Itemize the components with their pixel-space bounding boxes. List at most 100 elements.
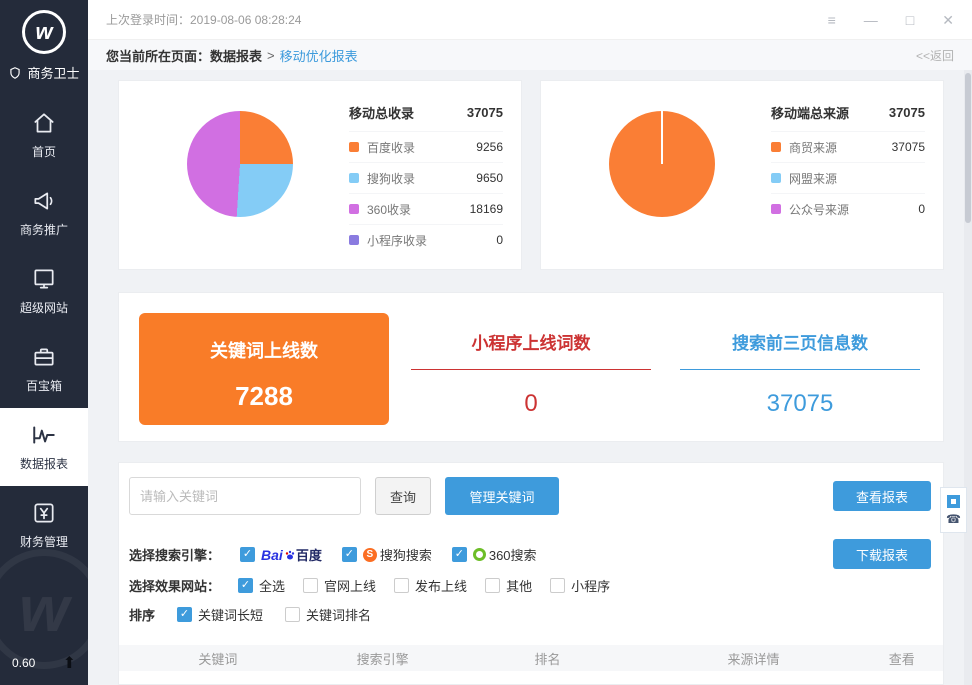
sidebar-item-home[interactable]: 首页	[0, 96, 88, 174]
engine-checkbox-sogou[interactable]: S 搜狗搜索	[342, 545, 432, 564]
close-icon[interactable]: ✕	[942, 13, 954, 27]
sidebar-item-label: 超级网站	[20, 299, 68, 316]
sort-label: 排序	[129, 605, 155, 624]
sidebar-item-label: 商务推广	[20, 221, 68, 238]
sidebar-footer: 0.60 ⬆	[0, 653, 88, 685]
stat-underline	[411, 369, 651, 370]
legend-item: 百度收录 9256	[349, 131, 503, 162]
logo-letter: w	[35, 21, 52, 43]
checkbox-icon[interactable]	[394, 578, 409, 593]
legend-swatch-wechat	[771, 204, 781, 214]
app-window: w 商务卫士 首页 商务推广 超级网站 百宝箱	[0, 0, 972, 685]
back-link[interactable]: <<返回	[916, 47, 954, 64]
engine-filter-label: 选择搜索引擎：	[129, 545, 220, 564]
monitor-icon	[31, 266, 57, 292]
engine-checkbox-360[interactable]: 360搜索	[452, 545, 537, 564]
site-label: 小程序	[571, 576, 610, 595]
site-checkbox-miniapp[interactable]: 小程序	[550, 576, 610, 595]
title-bar: 上次登录时间：2019-08-06 08:28:24 ≡ — □ ✕	[88, 0, 972, 40]
top3-pages-stat[interactable]: 搜索前三页信息数 37075	[670, 313, 930, 425]
engine-checkbox-baidu[interactable]: Bai 百度	[240, 545, 322, 564]
mobile-index-legend: 移动总收录 37075 百度收录 9256 搜狗收录 9650 360收录 18…	[349, 103, 503, 255]
checkbox-icon[interactable]	[285, 607, 300, 622]
site-label: 发布上线	[415, 576, 467, 595]
legend-item: 小程序收录 0	[349, 224, 503, 255]
checkbox-icon[interactable]	[238, 578, 253, 593]
menu-icon[interactable]: ≡	[828, 13, 836, 27]
sidebar-item-toolbox[interactable]: 百宝箱	[0, 330, 88, 408]
pie-divider	[661, 111, 663, 164]
site-checkbox-all[interactable]: 全选	[238, 576, 285, 595]
sort-checkbox-length[interactable]: 关键词长短	[177, 605, 263, 624]
manage-keywords-button[interactable]: 管理关键词	[445, 477, 559, 515]
column-header-view: 查看	[861, 649, 943, 668]
window-controls: ≡ — □ ✕	[828, 13, 954, 27]
sort-checkbox-rank[interactable]: 关键词排名	[285, 605, 371, 624]
site-label: 其他	[506, 576, 532, 595]
360-logo-icon	[473, 548, 486, 561]
legend-swatch-miniapp	[349, 235, 359, 245]
site-checkbox-other[interactable]: 其他	[485, 576, 532, 595]
legend-item: 360收录 18169	[349, 193, 503, 224]
checkbox-icon[interactable]	[177, 607, 192, 622]
mobile-source-chart-card: 移动端总来源 37075 商贸来源 37075 网盟来源 公众号来源 0	[540, 80, 944, 270]
up-arrow-icon[interactable]: ⬆	[63, 653, 76, 673]
miniapp-words-stat[interactable]: 小程序上线词数 0	[401, 313, 661, 425]
money-icon	[31, 500, 57, 526]
checkbox-icon[interactable]	[485, 578, 500, 593]
keyword-query-card: 查询 管理关键词 查看报表 下载报表 选择搜索引擎： Bai 百度 S 搜狗搜索…	[118, 462, 944, 685]
home-icon	[31, 110, 57, 136]
site-checkbox-publish[interactable]: 发布上线	[394, 576, 467, 595]
breadcrumb-current: 移动优化报表	[280, 46, 358, 65]
minimize-icon[interactable]: —	[864, 13, 878, 27]
breadcrumb-section[interactable]: 数据报表	[210, 46, 262, 65]
site-checkbox-official[interactable]: 官网上线	[303, 576, 376, 595]
checkbox-icon[interactable]	[240, 547, 255, 562]
legend-title: 移动端总来源	[771, 103, 849, 122]
legend-value: 9256	[476, 140, 503, 154]
sidebar-item-label: 数据报表	[20, 455, 68, 472]
floating-widget[interactable]: ☎	[940, 487, 967, 533]
legend-value: 18169	[470, 202, 503, 216]
legend-item: 公众号来源 0	[771, 193, 925, 224]
checkbox-icon[interactable]	[550, 578, 565, 593]
phone-icon[interactable]: ☎	[946, 513, 961, 525]
stat-label: 搜索前三页信息数	[670, 329, 930, 354]
stat-value: 0	[401, 390, 661, 418]
sidebar-item-label: 财务管理	[20, 533, 68, 550]
sidebar-item-reports[interactable]: 数据报表	[0, 408, 88, 486]
checkbox-icon[interactable]	[342, 547, 357, 562]
stat-label: 小程序上线词数	[401, 329, 661, 354]
maximize-icon[interactable]: □	[906, 13, 914, 27]
keywords-online-stat[interactable]: 关键词上线数 7288	[139, 313, 389, 425]
sort-filter-row: 排序 关键词长短 关键词排名	[129, 605, 371, 624]
column-header-keyword: 关键词	[119, 649, 317, 668]
view-report-button[interactable]: 查看报表	[833, 481, 931, 511]
query-button[interactable]: 查询	[375, 477, 431, 515]
legend-swatch-trade	[771, 142, 781, 152]
sidebar-item-promotion[interactable]: 商务推广	[0, 174, 88, 252]
legend-label: 网盟来源	[789, 170, 837, 187]
legend-label: 搜狗收录	[367, 170, 415, 187]
vertical-scrollbar[interactable]	[964, 70, 972, 685]
legend-label: 公众号来源	[789, 201, 849, 218]
breadcrumb-separator: >	[267, 48, 275, 63]
sogou-label: 搜狗搜索	[380, 545, 432, 564]
keyword-search-input[interactable]	[129, 477, 361, 515]
table-row	[119, 671, 943, 685]
360-label: 360搜索	[489, 545, 537, 564]
legend-total: 37075	[467, 105, 503, 120]
sort-option-label: 关键词排名	[306, 605, 371, 624]
qr-icon[interactable]	[947, 495, 960, 508]
checkbox-icon[interactable]	[452, 547, 467, 562]
legend-title: 移动总收录	[349, 103, 414, 122]
sidebar-item-website[interactable]: 超级网站	[0, 252, 88, 330]
version-label: 0.60	[12, 656, 35, 670]
checkbox-icon[interactable]	[303, 578, 318, 593]
legend-title-row: 移动端总来源 37075	[771, 103, 925, 131]
sidebar-item-label: 百宝箱	[26, 377, 62, 394]
results-table-header: 关键词 搜索引擎 排名 来源详情 查看	[119, 645, 943, 671]
legend-value: 0	[918, 202, 925, 216]
download-report-button[interactable]: 下载报表	[833, 539, 931, 569]
scrollbar-thumb[interactable]	[965, 73, 971, 223]
